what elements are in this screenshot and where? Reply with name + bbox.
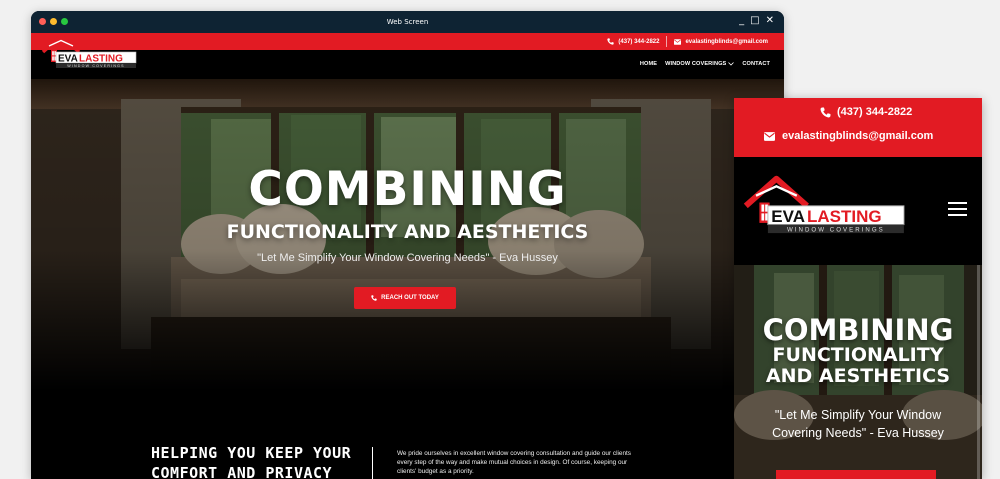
- mobile-email-text: evalastingblinds@gmail.com: [782, 130, 934, 142]
- mobile-quote-line2: Covering Needs" - Eva Hussey: [772, 426, 944, 440]
- mobile-hero: COMBINING FUNCTIONALITY AND AESTHETICS "…: [734, 265, 982, 479]
- mobile-hero-title: COMBINING: [762, 313, 954, 347]
- mobile-navbar: EVA LASTING WINDOW COVERINGS: [734, 157, 982, 265]
- phone-icon: [371, 295, 377, 301]
- mobile-subtitle-line2: AND AESTHETICS: [765, 365, 951, 387]
- mobile-phone-text: (437) 344-2822: [837, 106, 913, 118]
- logo-lasting: LASTING: [79, 53, 123, 64]
- mobile-scrollbar[interactable]: [977, 265, 980, 479]
- topbar-email-text: evalastingblinds@gmail.com: [685, 38, 768, 45]
- reach-out-label: REACH OUT TODAY: [381, 295, 439, 301]
- hero-section: COMBINING FUNCTIONALITY AND AESTHETICS "…: [31, 79, 784, 391]
- about-paragraph: We pride ourselves in excellent window c…: [397, 450, 631, 475]
- about-heading-line1: HELPING YOU KEEP YOUR: [151, 444, 352, 462]
- hamburger-icon[interactable]: [948, 202, 967, 216]
- maximize-button[interactable]: □: [750, 15, 759, 27]
- hero-title: COMBINING: [248, 162, 567, 217]
- topbar-divider: [666, 36, 668, 47]
- about-heading: HELPING YOU KEEP YOUR COMFORT AND PRIVAC…: [151, 443, 366, 479]
- close-dot[interactable]: [39, 18, 46, 25]
- mobile-hero-subtitle: FUNCTIONALITY AND AESTHETICS: [734, 345, 982, 387]
- nav-home[interactable]: HOME: [640, 61, 657, 67]
- traffic-lights: [39, 18, 68, 25]
- mobile-logo-eva: EVA: [771, 207, 805, 226]
- mobile-subtitle-line1: FUNCTIONALITY: [772, 344, 944, 366]
- mobile-quote-line1: "Let Me Simplify Your Window: [774, 408, 942, 422]
- topbar-phone-text: (437) 344-2822: [618, 38, 660, 45]
- logo-eva: EVA: [58, 53, 78, 64]
- maximize-dot[interactable]: [61, 18, 68, 25]
- mobile-logo-tagline: WINDOW COVERINGS: [787, 226, 885, 233]
- mobile-site-logo[interactable]: EVA LASTING WINDOW COVERINGS: [739, 171, 909, 251]
- about-heading-line2: COMFORT AND PRIVACY: [151, 464, 333, 479]
- window-titlebar: Web Screen _ □ ✕: [31, 11, 784, 33]
- nav-window-coverings-label: WINDOW COVERINGS: [665, 61, 727, 67]
- mobile-preview: (437) 344-2822 evalastingblinds@gmail.co…: [734, 98, 982, 479]
- phone-icon: [607, 38, 615, 45]
- about-divider: [372, 447, 373, 479]
- site-navbar: EVA LASTING WINDOW COVERINGS HOME WINDOW…: [31, 34, 784, 79]
- minimize-button[interactable]: _: [739, 15, 744, 27]
- envelope-icon: [674, 38, 682, 45]
- window-title: Web Screen: [386, 18, 429, 26]
- mobile-email-link[interactable]: evalastingblinds@gmail.com: [764, 130, 933, 142]
- envelope-icon: [764, 131, 775, 141]
- chevron-down-icon: [728, 62, 735, 66]
- topbar-phone-link[interactable]: (437) 344-2822: [607, 38, 659, 45]
- about-section: HELPING YOU KEEP YOUR COMFORT AND PRIVAC…: [31, 391, 784, 479]
- stage: Web Screen _ □ ✕ (437) 344-2822 evalasti…: [0, 0, 1000, 479]
- hero-subtitle: FUNCTIONALITY AND AESTHETICS: [226, 221, 589, 243]
- close-button[interactable]: ✕: [766, 15, 774, 27]
- main-nav: HOME WINDOW COVERINGS CONTACT: [640, 61, 770, 67]
- phone-icon: [820, 107, 831, 117]
- nav-window-coverings[interactable]: WINDOW COVERINGS: [665, 61, 735, 67]
- hero-quote: "Let Me Simplify Your Window Covering Ne…: [257, 252, 558, 264]
- contact-topbar: (437) 344-2822 evalastingblinds@gmail.co…: [31, 33, 784, 50]
- mobile-logo-lasting: LASTING: [807, 207, 882, 226]
- site-logo[interactable]: EVA LASTING WINDOW COVERINGS: [39, 33, 139, 77]
- mobile-hero-quote: "Let Me Simplify Your Window Covering Ne…: [754, 406, 962, 442]
- mobile-phone-link[interactable]: (437) 344-2822: [820, 106, 912, 118]
- window-controls: _ □ ✕: [739, 15, 774, 27]
- topbar-email-link[interactable]: evalastingblinds@gmail.com: [674, 39, 768, 45]
- minimize-dot[interactable]: [50, 18, 57, 25]
- reach-out-button[interactable]: REACH OUT TODAY: [354, 287, 456, 309]
- nav-contact[interactable]: CONTACT: [742, 61, 770, 67]
- desktop-browser-window: Web Screen _ □ ✕ (437) 344-2822 evalasti…: [31, 11, 784, 479]
- mobile-contact-bar: (437) 344-2822 evalastingblinds@gmail.co…: [734, 98, 982, 157]
- logo-tagline: WINDOW COVERINGS: [67, 64, 125, 68]
- mobile-reach-out-button[interactable]: [776, 470, 936, 479]
